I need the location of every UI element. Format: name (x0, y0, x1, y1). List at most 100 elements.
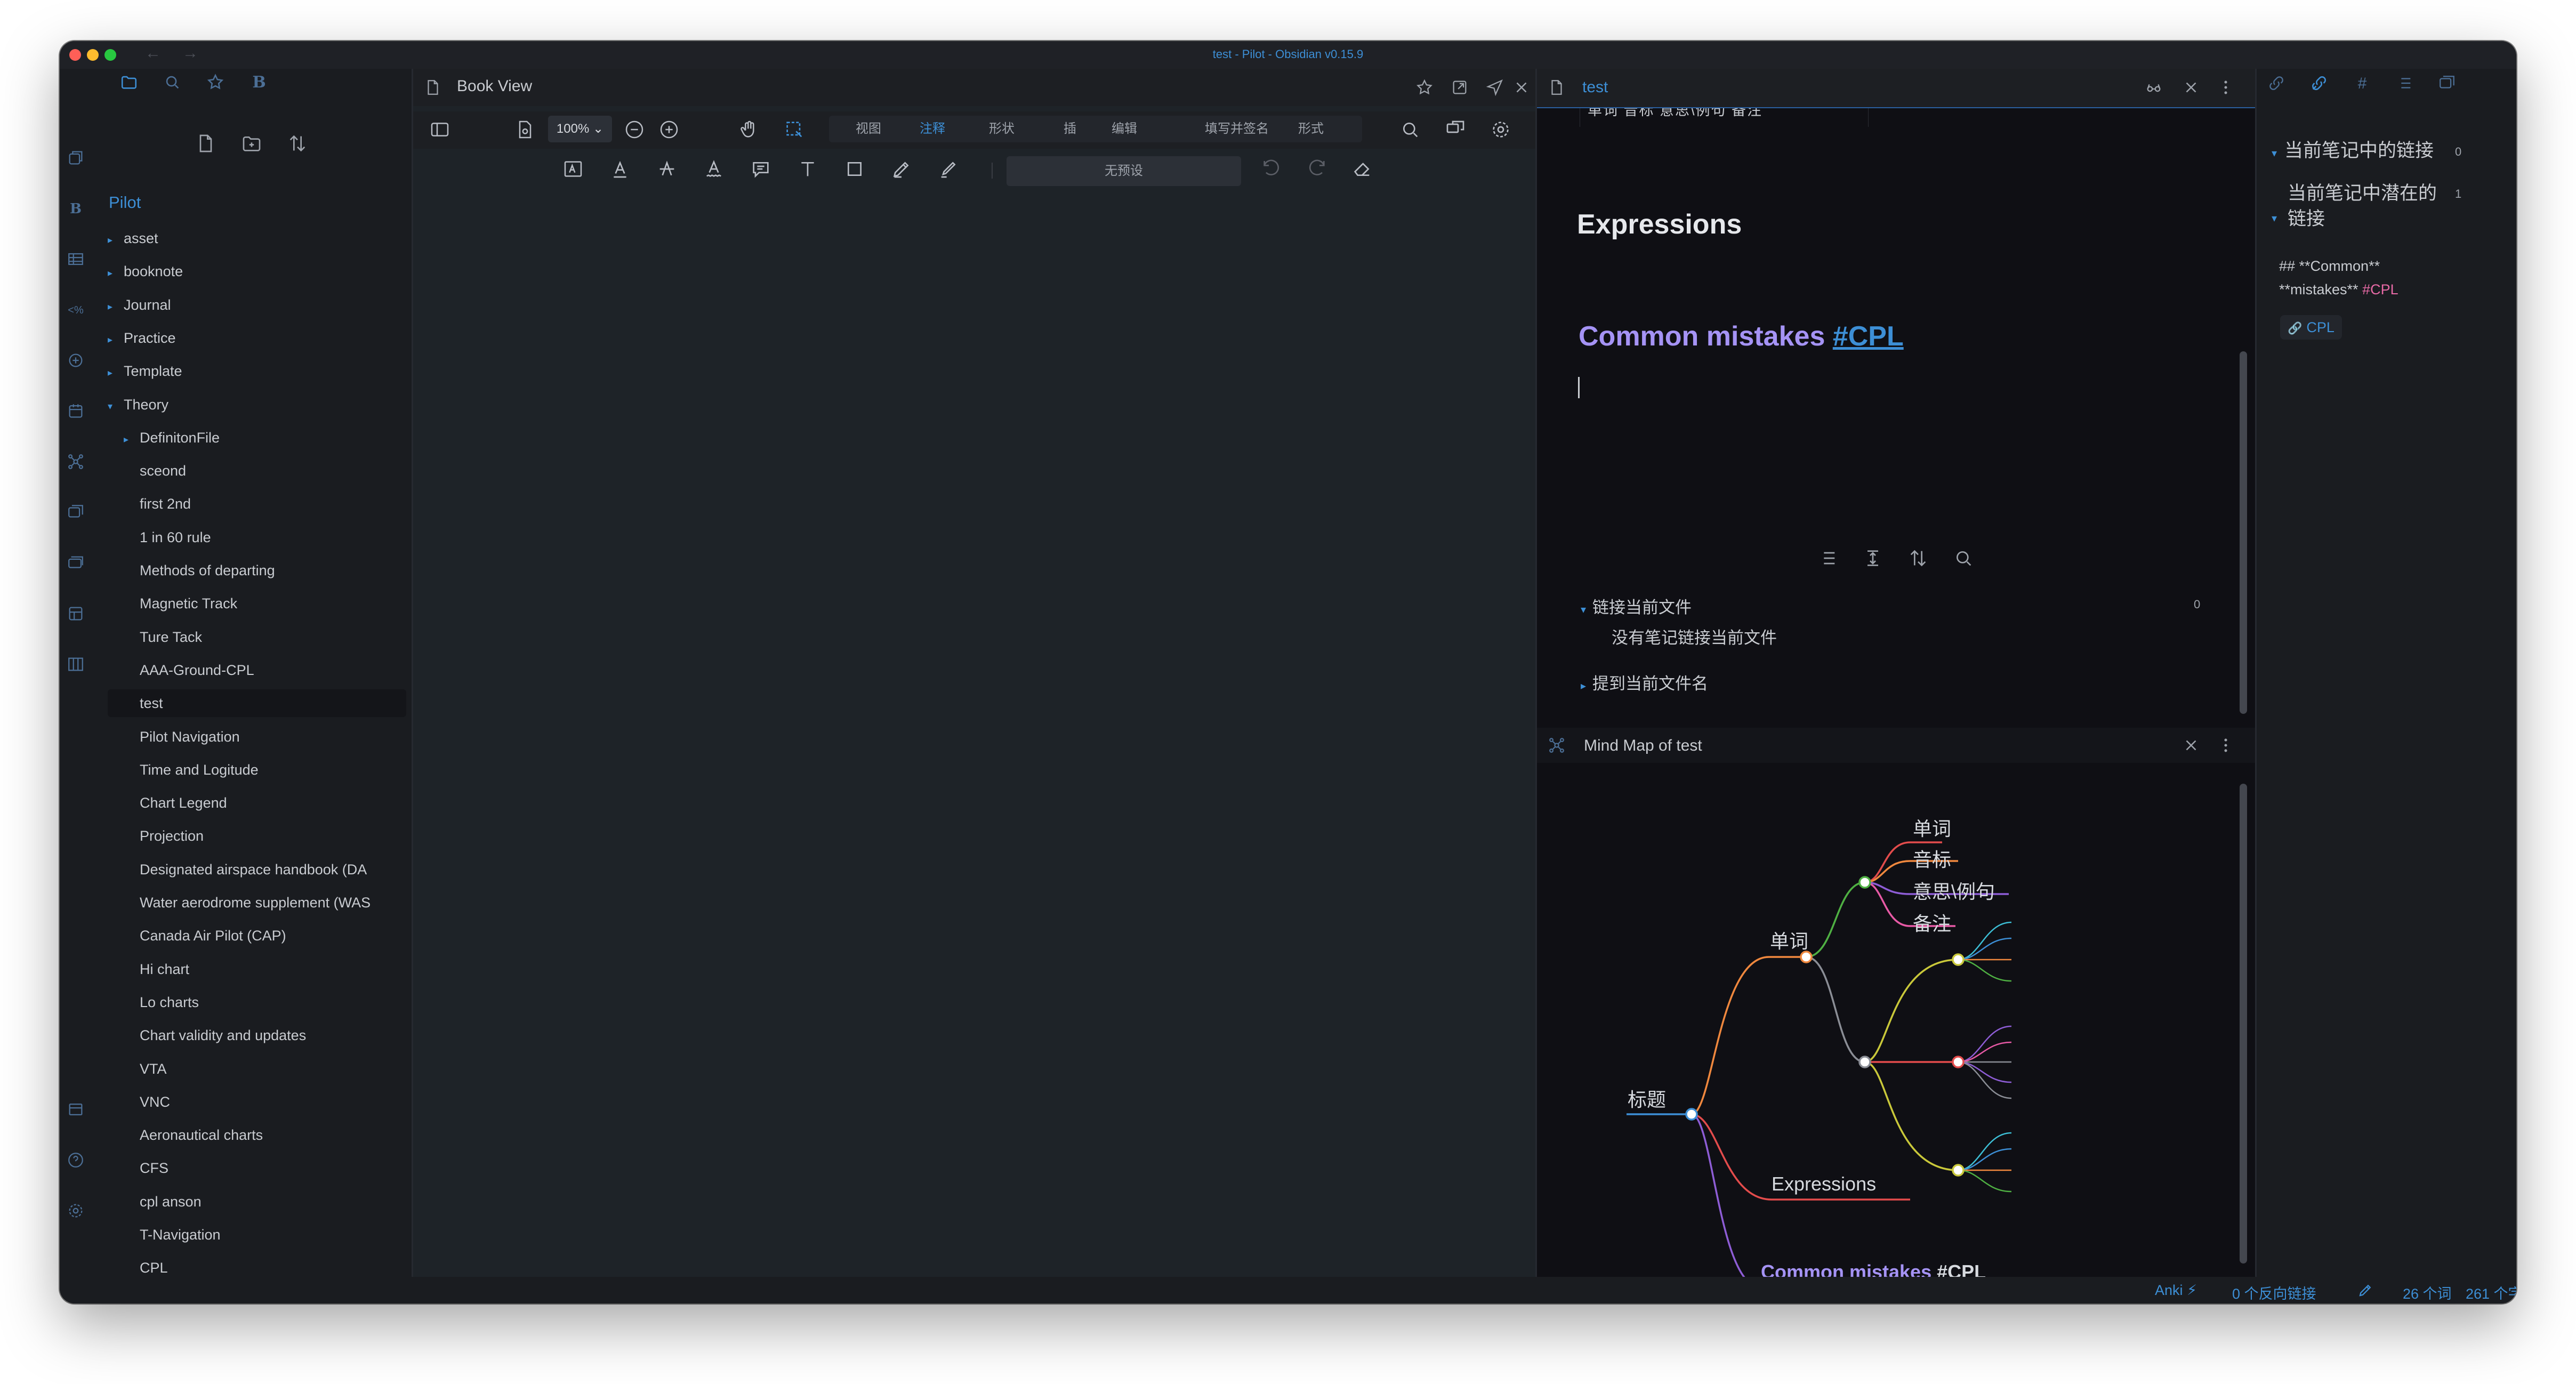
search-tab-icon[interactable] (163, 73, 182, 92)
tree-file[interactable]: Lo charts (108, 988, 406, 1016)
bookmark-tab-icon[interactable]: B (249, 73, 269, 92)
tags-tab-icon[interactable]: # (2353, 74, 2372, 93)
mode-tab[interactable]: 形式 (1298, 116, 1324, 142)
page-fit-icon[interactable] (514, 119, 536, 140)
calendar-icon[interactable] (66, 402, 85, 421)
graph-icon[interactable] (66, 351, 85, 371)
linked-mentions-header[interactable]: ▾ 链接当前文件 (1581, 594, 1692, 618)
tree-file[interactable]: test (108, 689, 406, 717)
tree-file[interactable]: Methods of departing (108, 557, 406, 584)
collapse-results-icon[interactable] (1817, 548, 1838, 569)
tree-folder[interactable]: ▾ Theory (108, 391, 390, 419)
show-context-icon[interactable] (1862, 548, 1883, 569)
tree-file[interactable]: Pilot Navigation (108, 723, 406, 751)
book-canvas[interactable] (413, 189, 1535, 1277)
eraser-icon[interactable] (1351, 158, 1373, 180)
vault-switch-icon[interactable] (66, 1100, 85, 1120)
mode-tab[interactable]: 形状 (989, 116, 1015, 142)
more-options-icon[interactable] (2217, 736, 2235, 757)
mindmap-expressions-label[interactable]: Expressions (1772, 1173, 1876, 1195)
image-icon[interactable] (66, 503, 85, 522)
mindmap-words-label[interactable]: 单词 (1770, 930, 1808, 952)
text-style-icon[interactable] (562, 158, 584, 180)
mindmap-root-label[interactable]: 标题 (1628, 1089, 1666, 1111)
send-icon[interactable] (1486, 78, 1504, 99)
calendar-tab-icon[interactable] (2438, 74, 2457, 93)
mindmap-scrollbar[interactable] (2240, 784, 2247, 1264)
tree-folder[interactable]: ▸ Journal (108, 291, 390, 319)
switcher-icon[interactable] (66, 149, 85, 168)
tree-file[interactable]: Chart Legend (108, 789, 406, 817)
backlink-count[interactable]: 0 个反向链接 (2232, 1282, 2316, 1303)
new-folder-icon[interactable] (241, 133, 264, 156)
close-pane-icon[interactable] (2182, 736, 2200, 757)
caret-down-icon[interactable]: ▾ (2272, 212, 2277, 225)
table-icon[interactable] (66, 250, 85, 269)
bookmark-b-icon[interactable]: B (66, 199, 85, 219)
tree-file[interactable]: AAA-Ground-CPL (108, 656, 406, 684)
tree-file[interactable]: Water aerodrome supplement (WAS (108, 889, 406, 916)
outgoing-links-header[interactable]: ▾ 当前笔记中的链接 (2272, 138, 2434, 166)
unlinked-mentions-header[interactable]: ▸ 提到当前文件名 (1581, 670, 1708, 694)
mindmap-leaf[interactable]: 音标 (1913, 849, 1951, 871)
select-tool-icon[interactable] (784, 119, 805, 140)
sort-icon[interactable] (1907, 548, 1929, 569)
open-external-icon[interactable] (1451, 78, 1469, 99)
zoom-select[interactable]: 100% ⌄ (548, 116, 612, 142)
mindmap-icon[interactable] (66, 453, 85, 472)
tag-link[interactable]: #CPL (1833, 321, 1904, 352)
tree-file[interactable]: Canada Air Pilot (CAP) (108, 922, 406, 950)
kanban-icon[interactable] (66, 655, 85, 674)
highlighter-icon[interactable] (938, 158, 959, 180)
outline-tab-icon[interactable] (2395, 74, 2414, 93)
tree-file[interactable]: VTA (108, 1055, 406, 1083)
zoom-in-icon[interactable] (658, 119, 680, 140)
mode-tab[interactable]: 插 (1064, 116, 1076, 142)
comments-icon[interactable] (1445, 119, 1466, 140)
tree-folder[interactable]: ▸ DefinitonFile (108, 424, 406, 452)
tree-file[interactable]: 1 in 60 rule (108, 524, 406, 551)
sort-icon[interactable] (287, 133, 310, 156)
tree-file[interactable]: cpl anson (108, 1188, 406, 1216)
mindmap-canvas[interactable]: 标题 单词 Expressions Common mistakes #CPL 单… (1537, 728, 2257, 1277)
more-options-icon[interactable] (2217, 78, 2235, 99)
sidebar-toggle-icon[interactable] (429, 119, 450, 140)
strikethrough-icon[interactable] (656, 158, 678, 180)
files-tab-icon[interactable] (120, 73, 139, 92)
tree-file[interactable]: Projection (108, 822, 406, 850)
tree-file[interactable]: CFS (108, 1154, 406, 1182)
new-note-icon[interactable] (195, 133, 219, 156)
anki-status[interactable]: Anki ⚡ (2155, 1282, 2197, 1299)
unlinked-snippet[interactable]: ## **Common** **mistakes** #CPL (2279, 254, 2398, 301)
help-icon[interactable] (66, 1151, 85, 1170)
settings-gear-icon[interactable] (66, 1202, 85, 1221)
mode-tab[interactable]: 填写并签名 (1205, 116, 1269, 142)
mindmap-leaf[interactable]: 备注 (1913, 913, 1951, 935)
heading-expressions[interactable]: Expressions (1577, 208, 1742, 240)
mindmap-leaf[interactable]: 意思\例句 (1913, 881, 1995, 903)
star-icon[interactable] (1415, 78, 1434, 99)
editor-scrollbar[interactable] (2240, 351, 2247, 714)
tree-file[interactable]: Magnetic Track (108, 590, 406, 617)
tree-folder[interactable]: ▸ Practice (108, 324, 390, 352)
rectangle-icon[interactable] (844, 158, 865, 180)
note-icon[interactable] (750, 158, 771, 180)
settings-icon[interactable] (1490, 119, 1511, 140)
templates-icon[interactable] (66, 605, 85, 624)
code-percent-icon[interactable]: <% (66, 301, 85, 320)
mode-tab[interactable]: 注释 (920, 116, 945, 142)
tree-file[interactable]: VNC (108, 1088, 406, 1116)
tree-folder[interactable]: ▸ Template (108, 357, 390, 385)
backlinks-tab-icon[interactable] (2267, 74, 2287, 93)
tree-file[interactable]: sceond (108, 457, 406, 485)
tree-file[interactable]: first 2nd (108, 490, 406, 518)
tree-file[interactable]: Time and Logitude (108, 756, 406, 784)
edit-mode-icon[interactable] (2357, 1282, 2373, 1302)
mindmap-common-label[interactable]: Common mistakes #CPL (1761, 1261, 1986, 1277)
tree-file[interactable]: Chart validity and updates (108, 1021, 406, 1049)
mindmap-leaf[interactable]: 单词 (1913, 818, 1951, 840)
preset-select[interactable]: 无预设 (1007, 156, 1241, 186)
outgoing-links-tab-icon[interactable] (2310, 74, 2329, 93)
link-pill[interactable]: 🔗 CPL (2280, 315, 2342, 340)
mode-tab[interactable]: 编辑 (1112, 116, 1137, 142)
